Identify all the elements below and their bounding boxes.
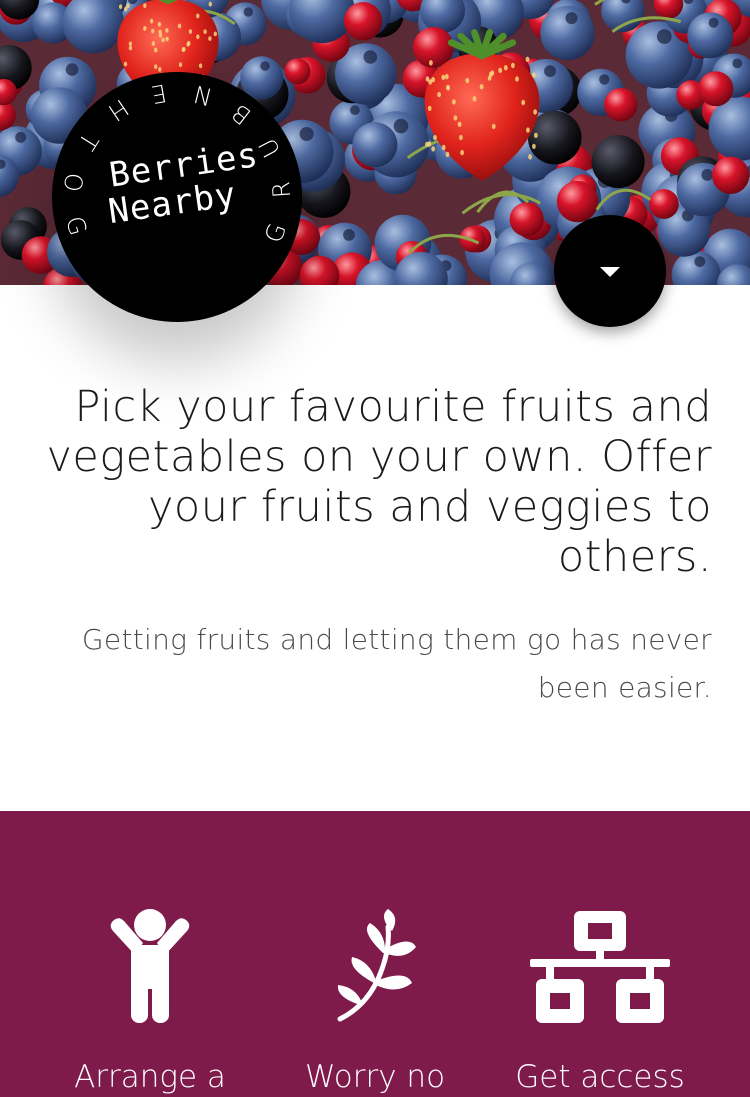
feature-worry[interactable]: Worry no bbox=[260, 811, 490, 1097]
leaf-branch-icon bbox=[337, 909, 416, 1022]
intro-subline: Getting fruits and letting them go has n… bbox=[81, 623, 712, 704]
feature-label: Worry no bbox=[304, 1059, 446, 1095]
scroll-down-button[interactable] bbox=[554, 215, 666, 327]
child-icon bbox=[110, 909, 190, 1023]
feature-access[interactable]: Get access bbox=[485, 811, 715, 1097]
logo-ring-text: GOTH E NBURG bbox=[58, 78, 296, 246]
intro-headline: Pick your favourite fruits and vegetable… bbox=[46, 382, 712, 582]
feature-label: Get access bbox=[515, 1059, 685, 1095]
svg-text:G: G bbox=[259, 219, 292, 246]
feature-label: Arrange a bbox=[74, 1059, 226, 1095]
svg-text:B: B bbox=[227, 98, 257, 130]
svg-text:R: R bbox=[267, 180, 296, 199]
svg-text:N: N bbox=[190, 79, 214, 111]
svg-text:U: U bbox=[253, 133, 286, 162]
caret-down-icon bbox=[600, 267, 620, 277]
svg-text:G: G bbox=[60, 213, 92, 239]
svg-text:T: T bbox=[72, 128, 104, 156]
feature-arrange[interactable]: Arrange a bbox=[35, 811, 265, 1097]
features-section: Arrange a Worry no Get access bbox=[0, 811, 750, 1097]
svg-text:E: E bbox=[149, 78, 169, 108]
network-icon bbox=[530, 911, 670, 1023]
logo-badge[interactable]: Berries Nearby GOTHENBURG bbox=[52, 72, 302, 322]
svg-text:H: H bbox=[103, 93, 134, 126]
svg-text:O: O bbox=[58, 171, 88, 194]
